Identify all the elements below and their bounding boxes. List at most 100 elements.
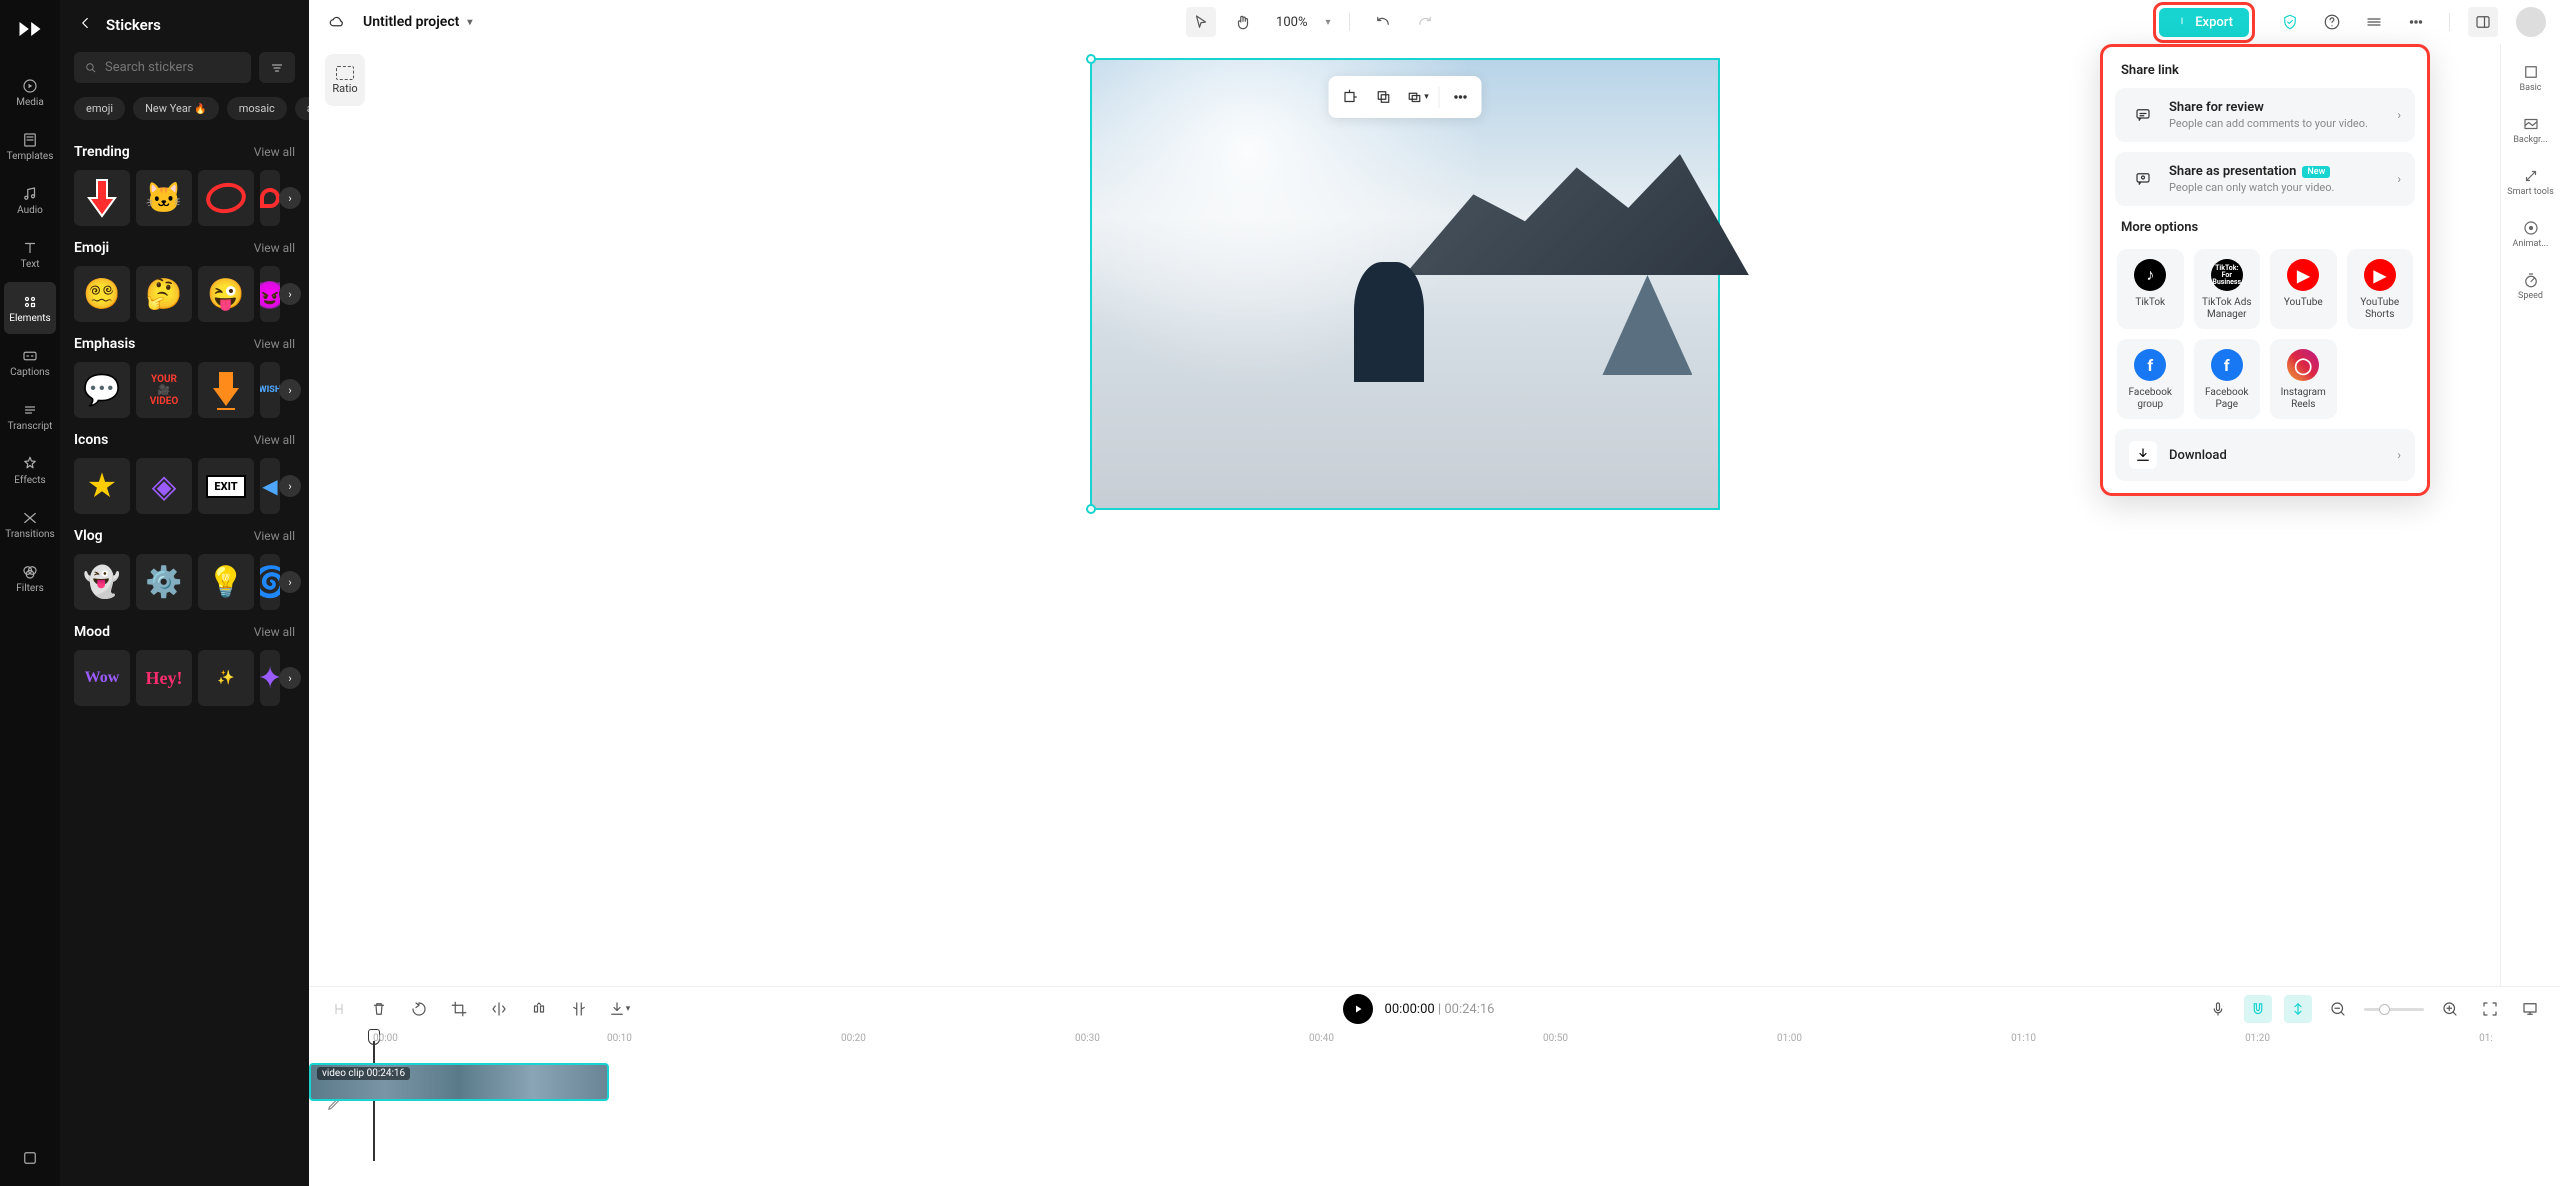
undo-icon[interactable]: [1368, 7, 1398, 37]
sticker-thumb[interactable]: ⚙️: [136, 554, 192, 610]
social-tiktok-ads[interactable]: TikTok:For BusinessTikTok Ads Manager: [2194, 249, 2261, 329]
sticker-thumb[interactable]: [198, 170, 254, 226]
filter-icon[interactable]: [259, 52, 295, 83]
nav-filters[interactable]: Filters: [4, 552, 56, 604]
sticker-thumb[interactable]: ◀: [260, 458, 280, 514]
mirror-icon[interactable]: [485, 995, 513, 1023]
view-all-link[interactable]: View all: [254, 625, 295, 639]
rail-animation[interactable]: Animat...: [2505, 210, 2557, 258]
sticker-thumb[interactable]: [198, 362, 254, 418]
nav-media[interactable]: Media: [4, 66, 56, 118]
search-input[interactable]: [105, 60, 241, 75]
layers-icon[interactable]: [2359, 7, 2389, 37]
layer-icon[interactable]: ▾: [1402, 82, 1432, 112]
sticker-thumb[interactable]: ✨: [198, 650, 254, 706]
more-icon[interactable]: [1445, 82, 1475, 112]
nav-captions[interactable]: Captions: [4, 336, 56, 388]
nav-effects[interactable]: Effects: [4, 444, 56, 496]
search-input-wrapper[interactable]: [74, 52, 251, 83]
app-logo[interactable]: [11, 10, 49, 48]
cloud-sync-icon[interactable]: [323, 8, 351, 36]
nav-transitions[interactable]: Transitions: [4, 498, 56, 550]
magnet-icon[interactable]: [2244, 995, 2272, 1023]
resize-handle[interactable]: [1086, 54, 1096, 64]
present-icon[interactable]: [2516, 995, 2544, 1023]
zoom-out-icon[interactable]: [2324, 995, 2352, 1023]
replace-icon[interactable]: [1368, 82, 1398, 112]
hand-tool-icon[interactable]: [1228, 7, 1258, 37]
scroll-right-icon[interactable]: ›: [279, 379, 301, 401]
chip-emoji[interactable]: emoji: [74, 97, 125, 120]
sticker-thumb[interactable]: 🐱: [136, 170, 192, 226]
chip-arrow[interactable]: arro: [295, 97, 309, 120]
zoom-in-icon[interactable]: [2436, 995, 2464, 1023]
chip-mosaic[interactable]: mosaic: [227, 97, 287, 120]
project-title[interactable]: Untitled project ▾: [363, 14, 472, 30]
view-all-link[interactable]: View all: [254, 241, 295, 255]
social-youtube-shorts[interactable]: ▶YouTube Shorts: [2347, 249, 2414, 329]
cursor-tool-icon[interactable]: [1186, 7, 1216, 37]
sticker-thumb[interactable]: 👻: [74, 554, 130, 610]
sticker-thumb[interactable]: Hey!: [136, 650, 192, 706]
fit-icon[interactable]: [2476, 995, 2504, 1023]
resize-handle[interactable]: [1086, 504, 1096, 514]
view-all-link[interactable]: View all: [254, 529, 295, 543]
sticker-thumb[interactable]: [260, 170, 280, 226]
view-all-link[interactable]: View all: [254, 145, 295, 159]
sticker-thumb[interactable]: [74, 170, 130, 226]
share-review-card[interactable]: Share for review People can add comments…: [2115, 88, 2415, 142]
social-facebook-page[interactable]: fFacebook Page: [2194, 339, 2261, 419]
shield-icon[interactable]: [2275, 7, 2305, 37]
nav-transcript[interactable]: Transcript: [4, 390, 56, 442]
social-tiktok[interactable]: ♪TikTok: [2117, 249, 2184, 329]
panels-icon[interactable]: [2468, 7, 2498, 37]
sticker-thumb[interactable]: 😵‍💫: [74, 266, 130, 322]
nav-settings-icon[interactable]: [4, 1132, 56, 1184]
chip-new-year[interactable]: New Year 🔥: [133, 97, 219, 120]
crop-icon[interactable]: [1334, 82, 1364, 112]
sticker-thumb[interactable]: 💡: [198, 554, 254, 610]
cut-icon[interactable]: [565, 995, 593, 1023]
delete-icon[interactable]: [365, 995, 393, 1023]
scroll-right-icon[interactable]: ›: [279, 475, 301, 497]
social-facebook-group[interactable]: fFacebook group: [2117, 339, 2184, 419]
social-youtube[interactable]: ▶YouTube: [2270, 249, 2337, 329]
nav-elements[interactable]: Elements: [4, 282, 56, 334]
download-clip-icon[interactable]: ▾: [605, 995, 633, 1023]
help-icon[interactable]: [2317, 7, 2347, 37]
sticker-thumb[interactable]: 💬: [74, 362, 130, 418]
sticker-thumb[interactable]: ✦: [260, 650, 280, 706]
video-clip[interactable]: video clip 00:24:16: [309, 1063, 609, 1101]
sticker-thumb[interactable]: WISH: [260, 362, 280, 418]
rail-basic[interactable]: Basic: [2505, 54, 2557, 102]
snap-icon[interactable]: [2284, 995, 2312, 1023]
sticker-thumb[interactable]: 😈: [260, 266, 280, 322]
export-button[interactable]: Export: [2159, 8, 2249, 37]
sticker-thumb[interactable]: ★: [74, 458, 130, 514]
sticker-thumb[interactable]: 😜: [198, 266, 254, 322]
social-instagram[interactable]: ◯Instagram Reels: [2270, 339, 2337, 419]
mic-icon[interactable]: [2204, 995, 2232, 1023]
sticker-thumb[interactable]: 🌀: [260, 554, 280, 610]
scroll-right-icon[interactable]: ›: [279, 283, 301, 305]
rail-speed[interactable]: Speed: [2505, 262, 2557, 310]
ruler[interactable]: 00:00 00:10 00:20 00:30 00:40 00:50 01:0…: [373, 1031, 2560, 1055]
zoom-slider[interactable]: [2364, 1008, 2424, 1011]
nav-text[interactable]: Text: [4, 228, 56, 280]
nav-templates[interactable]: Templates: [4, 120, 56, 172]
back-icon[interactable]: [76, 14, 94, 36]
rail-smart-tools[interactable]: Smart tools: [2505, 158, 2557, 206]
sticker-thumb[interactable]: 🤔: [136, 266, 192, 322]
zoom-level[interactable]: 100%: [1270, 15, 1313, 30]
rotate-icon[interactable]: [405, 995, 433, 1023]
user-avatar[interactable]: [2516, 7, 2546, 37]
scroll-right-icon[interactable]: ›: [279, 187, 301, 209]
sticker-thumb[interactable]: YOUR🎥VIDEO: [136, 362, 192, 418]
sticker-thumb[interactable]: EXIT: [198, 458, 254, 514]
rail-background[interactable]: Backgr...: [2505, 106, 2557, 154]
more-icon[interactable]: [2401, 7, 2431, 37]
sticker-thumb[interactable]: ◈: [136, 458, 192, 514]
ratio-button[interactable]: Ratio: [325, 54, 365, 106]
chevron-down-icon[interactable]: ▾: [1326, 17, 1331, 28]
split-icon[interactable]: [325, 995, 353, 1023]
